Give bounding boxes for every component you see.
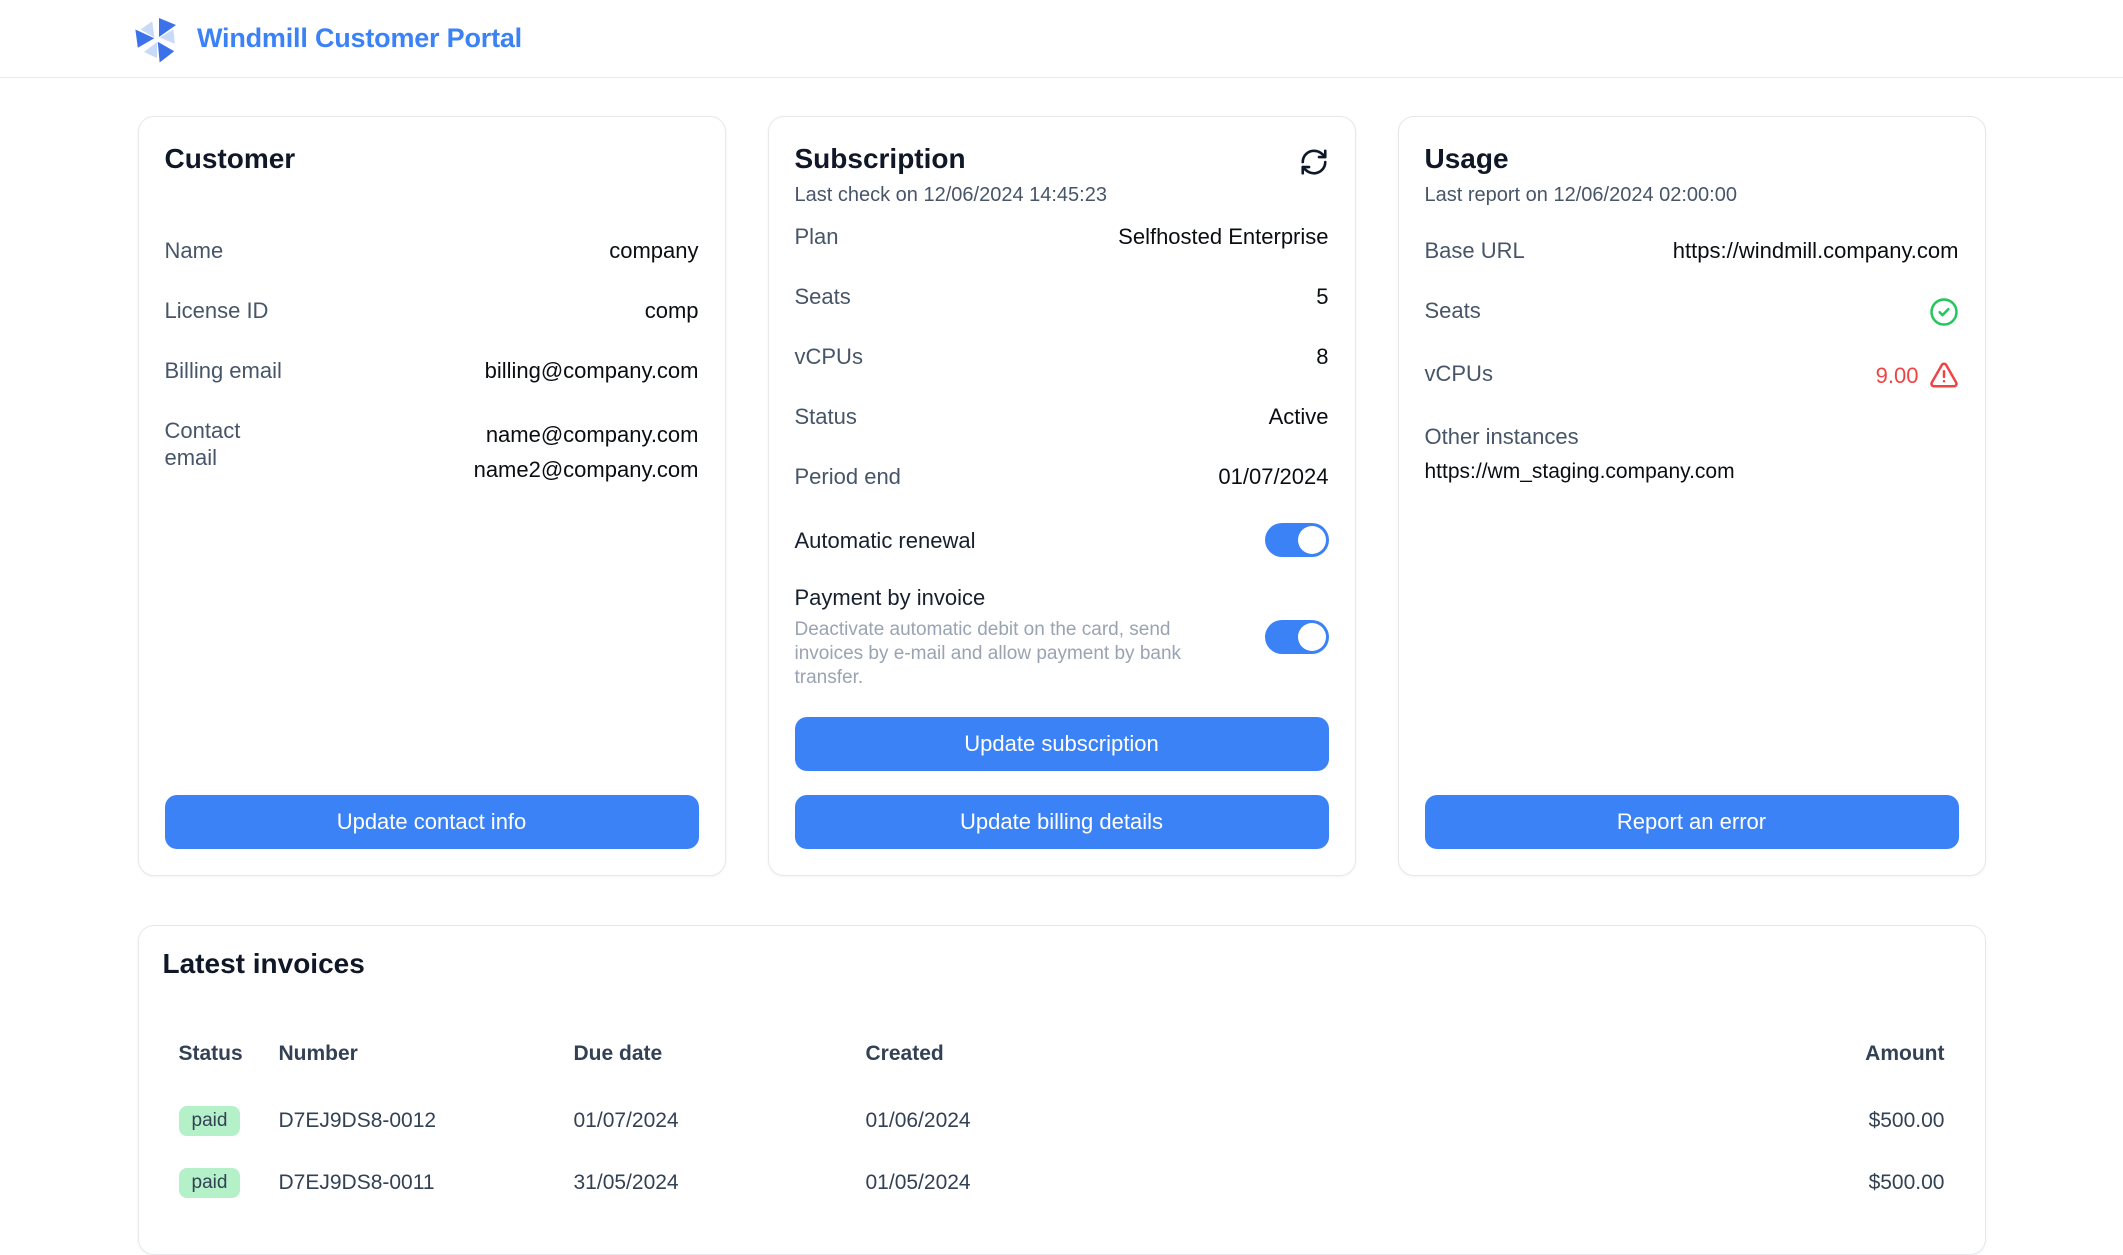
row-label: Billing email xyxy=(165,357,282,384)
usage-vcpus-row: vCPUs 9.00 xyxy=(1425,360,1959,390)
customer-card-header: Customer xyxy=(165,143,699,237)
invoice-row: paid D7EJ9DS8-0011 31/05/2024 01/05/2024… xyxy=(163,1152,1961,1214)
row-label: vCPUs xyxy=(1425,360,1493,387)
row-value: 01/07/2024 xyxy=(1218,463,1328,490)
cards-row: Customer Name company License ID comp Bi… xyxy=(138,116,1986,876)
update-billing-details-button[interactable]: Update billing details xyxy=(795,795,1329,849)
payment-by-invoice-text: Payment by invoice Deactivate automatic … xyxy=(795,584,1195,690)
row-label: License ID xyxy=(165,297,269,324)
column-header-status: Status xyxy=(163,1042,263,1090)
subscription-card-header: Subscription Last check on 12/06/2024 14… xyxy=(795,143,1329,223)
invoice-due-date-cell: 01/07/2024 xyxy=(558,1090,850,1152)
toggle-knob xyxy=(1298,526,1326,554)
usage-other-instances-row: Other instances https://wm_staging.compa… xyxy=(1425,423,1959,485)
update-subscription-button[interactable]: Update subscription xyxy=(795,717,1329,771)
subscription-vcpus-row: vCPUs 8 xyxy=(795,343,1329,370)
invoice-status-cell: paid xyxy=(163,1090,263,1152)
row-value: Selfhosted Enterprise xyxy=(1118,223,1328,250)
usage-seats-row: Seats xyxy=(1425,297,1959,327)
row-label: Base URL xyxy=(1425,237,1525,264)
invoices-header-row: Status Number Due date Created Amount xyxy=(163,1042,1961,1090)
usage-card-header: Usage Last report on 12/06/2024 02:00:00 xyxy=(1425,143,1959,237)
subscription-buttons: Update subscription Update billing detai… xyxy=(795,717,1329,849)
usage-last-report: Last report on 12/06/2024 02:00:00 xyxy=(1425,184,1737,207)
subscription-plan-row: Plan Selfhosted Enterprise xyxy=(795,223,1329,250)
invoices-title: Latest invoices xyxy=(163,948,1961,980)
invoice-row: paid D7EJ9DS8-0012 01/07/2024 01/06/2024… xyxy=(163,1090,1961,1152)
row-label: Other instances xyxy=(1425,423,1959,450)
main-content: Customer Name company License ID comp Bi… xyxy=(138,116,1986,1255)
payment-by-invoice-toggle[interactable] xyxy=(1265,620,1329,654)
refresh-icon[interactable] xyxy=(1299,147,1329,177)
column-header-due-date: Due date xyxy=(558,1042,850,1090)
invoice-amount-cell: $500.00 xyxy=(1741,1152,1961,1214)
subscription-card-title: Subscription xyxy=(795,143,1107,175)
invoice-created-cell: 01/06/2024 xyxy=(850,1090,1741,1152)
contact-email-2: name2@company.com xyxy=(474,452,699,487)
subscription-period-end-row: Period end 01/07/2024 xyxy=(795,463,1329,490)
usage-card: Usage Last report on 12/06/2024 02:00:00… xyxy=(1398,116,1986,876)
usage-card-title: Usage xyxy=(1425,143,1737,175)
contact-email-1: name@company.com xyxy=(474,417,699,452)
subscription-card: Subscription Last check on 12/06/2024 14… xyxy=(768,116,1356,876)
header: Windmill Customer Portal xyxy=(0,0,2123,78)
row-label: Status xyxy=(795,403,857,430)
invoice-due-date-cell: 31/05/2024 xyxy=(558,1152,850,1214)
subscription-seats-row: Seats 5 xyxy=(795,283,1329,310)
invoice-number-cell: D7EJ9DS8-0011 xyxy=(263,1152,558,1214)
vcpus-usage-value: 9.00 xyxy=(1876,362,1919,389)
row-label: Contact email xyxy=(165,417,265,471)
toggle-label: Automatic renewal xyxy=(795,527,976,554)
row-value: https://windmill.company.com xyxy=(1673,237,1959,264)
invoices-table: Status Number Due date Created Amount pa… xyxy=(163,1042,1961,1214)
customer-name-row: Name company xyxy=(165,237,699,264)
invoice-amount-cell: $500.00 xyxy=(1741,1090,1961,1152)
subscription-last-check: Last check on 12/06/2024 14:45:23 xyxy=(795,184,1107,207)
row-label: Seats xyxy=(795,283,851,310)
subscription-status-row: Status Active xyxy=(795,403,1329,430)
automatic-renewal-toggle[interactable] xyxy=(1265,523,1329,557)
invoice-number-cell: D7EJ9DS8-0012 xyxy=(263,1090,558,1152)
column-header-number: Number xyxy=(263,1042,558,1090)
row-label: vCPUs xyxy=(795,343,863,370)
row-value: company xyxy=(609,237,698,264)
row-value: Active xyxy=(1269,403,1329,430)
payment-by-invoice-description: Deactivate automatic debit on the card, … xyxy=(795,618,1195,690)
usage-base-url-row: Base URL https://windmill.company.com xyxy=(1425,237,1959,264)
row-value: name@company.com name2@company.com xyxy=(474,417,699,487)
row-label: Seats xyxy=(1425,297,1481,324)
column-header-amount: Amount xyxy=(1741,1042,1961,1090)
row-value: 5 xyxy=(1316,283,1328,310)
customer-card-title: Customer xyxy=(165,143,296,175)
automatic-renewal-row: Automatic renewal xyxy=(795,523,1329,557)
windmill-logo-icon xyxy=(133,15,181,63)
report-an-error-button[interactable]: Report an error xyxy=(1425,795,1959,849)
row-value: 8 xyxy=(1316,343,1328,370)
row-label: Period end xyxy=(795,463,901,490)
status-badge: paid xyxy=(179,1106,241,1136)
payment-by-invoice-row: Payment by invoice Deactivate automatic … xyxy=(795,584,1329,690)
latest-invoices-panel: Latest invoices Status Number Due date C… xyxy=(138,925,1986,1255)
customer-contact-email-row: Contact email name@company.com name2@com… xyxy=(165,417,699,487)
update-contact-info-button[interactable]: Update contact info xyxy=(165,795,699,849)
other-instance-url: https://wm_staging.company.com xyxy=(1425,458,1959,485)
invoice-status-cell: paid xyxy=(163,1152,263,1214)
warning-triangle-icon xyxy=(1929,360,1959,390)
app-title: Windmill Customer Portal xyxy=(197,23,522,54)
customer-card: Customer Name company License ID comp Bi… xyxy=(138,116,726,876)
row-label: Name xyxy=(165,237,224,264)
row-value: billing@company.com xyxy=(485,357,699,384)
customer-license-row: License ID comp xyxy=(165,297,699,324)
toggle-label: Payment by invoice xyxy=(795,585,986,610)
status-badge: paid xyxy=(179,1168,241,1198)
check-circle-icon xyxy=(1929,297,1959,327)
row-label: Plan xyxy=(795,223,839,250)
column-header-created: Created xyxy=(850,1042,1741,1090)
invoice-created-cell: 01/05/2024 xyxy=(850,1152,1741,1214)
row-value: 9.00 xyxy=(1876,360,1959,390)
customer-billing-email-row: Billing email billing@company.com xyxy=(165,357,699,384)
row-value: comp xyxy=(645,297,699,324)
toggle-knob xyxy=(1298,623,1326,651)
